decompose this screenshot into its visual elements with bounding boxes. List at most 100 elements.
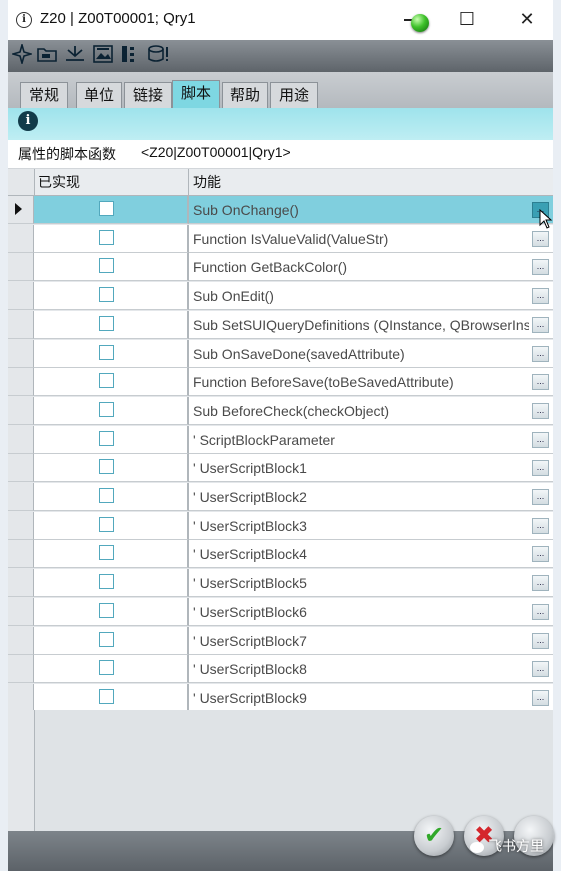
column-header-implemented[interactable]: 已实现: [34, 169, 189, 195]
implemented-checkbox[interactable]: [99, 373, 114, 389]
implemented-checkbox[interactable]: [99, 258, 114, 274]
implemented-checkbox[interactable]: [99, 574, 114, 590]
implemented-checkbox[interactable]: [99, 631, 114, 647]
function-cell[interactable]: Function GetBackColor()...: [189, 253, 553, 282]
function-cell[interactable]: ' UserScriptBlock4...: [189, 540, 553, 569]
row-selector[interactable]: [8, 339, 34, 368]
edit-script-button[interactable]: ...: [532, 489, 549, 505]
table-row[interactable]: Sub BeforeCheck(checkObject)...: [8, 396, 553, 425]
tab-units[interactable]: 单位: [76, 82, 122, 108]
function-cell[interactable]: ' UserScriptBlock3...: [189, 511, 553, 540]
tab-script[interactable]: 脚本: [172, 80, 220, 110]
table-row[interactable]: ' UserScriptBlock5...: [8, 569, 553, 598]
row-selector[interactable]: [8, 626, 34, 655]
tree-icon[interactable]: [64, 44, 86, 66]
implemented-checkbox[interactable]: [99, 201, 114, 216]
edit-script-button[interactable]: ...: [532, 632, 549, 649]
row-selector[interactable]: [8, 310, 34, 339]
table-row[interactable]: ' UserScriptBlock3...: [8, 511, 553, 540]
table-row[interactable]: ' UserScriptBlock8...: [8, 655, 553, 684]
row-selector[interactable]: [8, 683, 34, 712]
table-row[interactable]: Sub OnSaveDone(savedAttribute)...: [8, 339, 553, 368]
implemented-checkbox[interactable]: [99, 287, 114, 303]
implemented-checkbox[interactable]: [99, 602, 114, 618]
implemented-checkbox[interactable]: [99, 545, 114, 561]
maximize-button[interactable]: ☐: [445, 4, 489, 34]
function-cell[interactable]: ' UserScriptBlock7...: [189, 626, 553, 655]
picture-icon[interactable]: [92, 44, 114, 66]
edit-script-button[interactable]: ...: [532, 345, 549, 362]
table-row[interactable]: Function BeforeSave(toBeSavedAttribute).…: [8, 368, 553, 397]
edit-script-button[interactable]: ...: [532, 460, 549, 477]
column-header-function[interactable]: 功能: [189, 169, 553, 195]
database-icon[interactable]: [146, 44, 168, 66]
edit-script-button[interactable]: ...: [532, 689, 549, 706]
row-selector[interactable]: [8, 282, 34, 311]
table-row[interactable]: ' UserScriptBlock7...: [8, 626, 553, 655]
row-selector[interactable]: [8, 368, 34, 397]
row-selector[interactable]: [8, 396, 34, 425]
function-cell[interactable]: ' UserScriptBlock2...: [189, 483, 553, 511]
implemented-checkbox[interactable]: [99, 488, 114, 503]
tab-usage[interactable]: 用途: [270, 82, 318, 108]
implemented-checkbox[interactable]: [99, 229, 114, 245]
edit-script-button[interactable]: ...: [532, 402, 549, 419]
row-selector[interactable]: [8, 655, 34, 684]
row-selector[interactable]: [8, 454, 34, 483]
implemented-checkbox[interactable]: [99, 516, 114, 532]
info-help-icon[interactable]: i: [18, 111, 38, 131]
table-row[interactable]: ' UserScriptBlock4...: [8, 540, 553, 569]
ok-button[interactable]: ✔: [414, 816, 454, 856]
row-selector[interactable]: [8, 597, 34, 626]
edit-script-button[interactable]: ...: [532, 575, 549, 592]
table-row[interactable]: ' UserScriptBlock2...: [8, 483, 553, 511]
function-cell[interactable]: ' UserScriptBlock8...: [189, 655, 553, 684]
implemented-checkbox[interactable]: [99, 459, 114, 475]
tab-links[interactable]: 链接: [124, 82, 172, 108]
implemented-checkbox[interactable]: [99, 401, 114, 417]
edit-script-button[interactable]: ...: [532, 316, 549, 333]
columns-icon[interactable]: [120, 44, 142, 66]
row-selector[interactable]: [8, 425, 34, 454]
close-button[interactable]: ✕: [505, 4, 549, 34]
row-selector[interactable]: [8, 196, 34, 224]
implemented-checkbox[interactable]: [99, 315, 114, 331]
table-row[interactable]: ' UserScriptBlock1...: [8, 454, 553, 483]
table-row[interactable]: Function IsValueValid(ValueStr)...: [8, 224, 553, 253]
table-row[interactable]: Sub OnEdit()...: [8, 282, 553, 311]
function-cell[interactable]: Sub OnEdit()...: [189, 282, 553, 311]
function-cell[interactable]: Sub OnChange()...: [189, 196, 553, 224]
implemented-checkbox[interactable]: [99, 344, 114, 360]
tab-general[interactable]: 常规: [20, 82, 68, 108]
edit-script-button[interactable]: ...: [532, 374, 549, 391]
function-cell[interactable]: ' UserScriptBlock1...: [189, 454, 553, 483]
function-cell[interactable]: ' UserScriptBlock5...: [189, 569, 553, 598]
edit-script-button[interactable]: ...: [532, 661, 549, 678]
row-selector[interactable]: [8, 224, 34, 253]
edit-script-button[interactable]: ...: [532, 603, 549, 620]
function-cell[interactable]: ' ScriptBlockParameter...: [189, 425, 553, 454]
function-cell[interactable]: ' UserScriptBlock9...: [189, 683, 553, 712]
edit-script-button[interactable]: ...: [532, 546, 549, 563]
table-row[interactable]: ' ScriptBlockParameter...: [8, 425, 553, 454]
function-cell[interactable]: ' UserScriptBlock6...: [189, 597, 553, 626]
function-cell[interactable]: Function BeforeSave(toBeSavedAttribute).…: [189, 368, 553, 397]
edit-script-button[interactable]: ...: [532, 288, 549, 305]
edit-script-button[interactable]: ...: [532, 230, 549, 247]
table-row[interactable]: Sub SetSUIQueryDefinitions (QInstance, Q…: [8, 310, 553, 339]
row-selector[interactable]: [8, 511, 34, 540]
table-row[interactable]: Function GetBackColor()...: [8, 253, 553, 282]
edit-script-button[interactable]: ...: [532, 259, 549, 276]
edit-script-button[interactable]: ...: [532, 431, 549, 448]
row-selector[interactable]: [8, 483, 34, 511]
table-row[interactable]: ' UserScriptBlock6...: [8, 597, 553, 626]
implemented-checkbox[interactable]: [99, 660, 114, 676]
table-row[interactable]: ' UserScriptBlock9...: [8, 683, 553, 712]
function-cell[interactable]: Sub BeforeCheck(checkObject)...: [189, 396, 553, 425]
row-selector[interactable]: [8, 569, 34, 598]
function-cell[interactable]: Function IsValueValid(ValueStr)...: [189, 224, 553, 253]
edit-script-button[interactable]: ...: [532, 517, 549, 534]
function-cell[interactable]: Sub OnSaveDone(savedAttribute)...: [189, 339, 553, 368]
row-selector[interactable]: [8, 540, 34, 569]
title-bar[interactable]: i Z20 | Z00T00001; Qry1 ☐ ✕: [8, 0, 553, 40]
